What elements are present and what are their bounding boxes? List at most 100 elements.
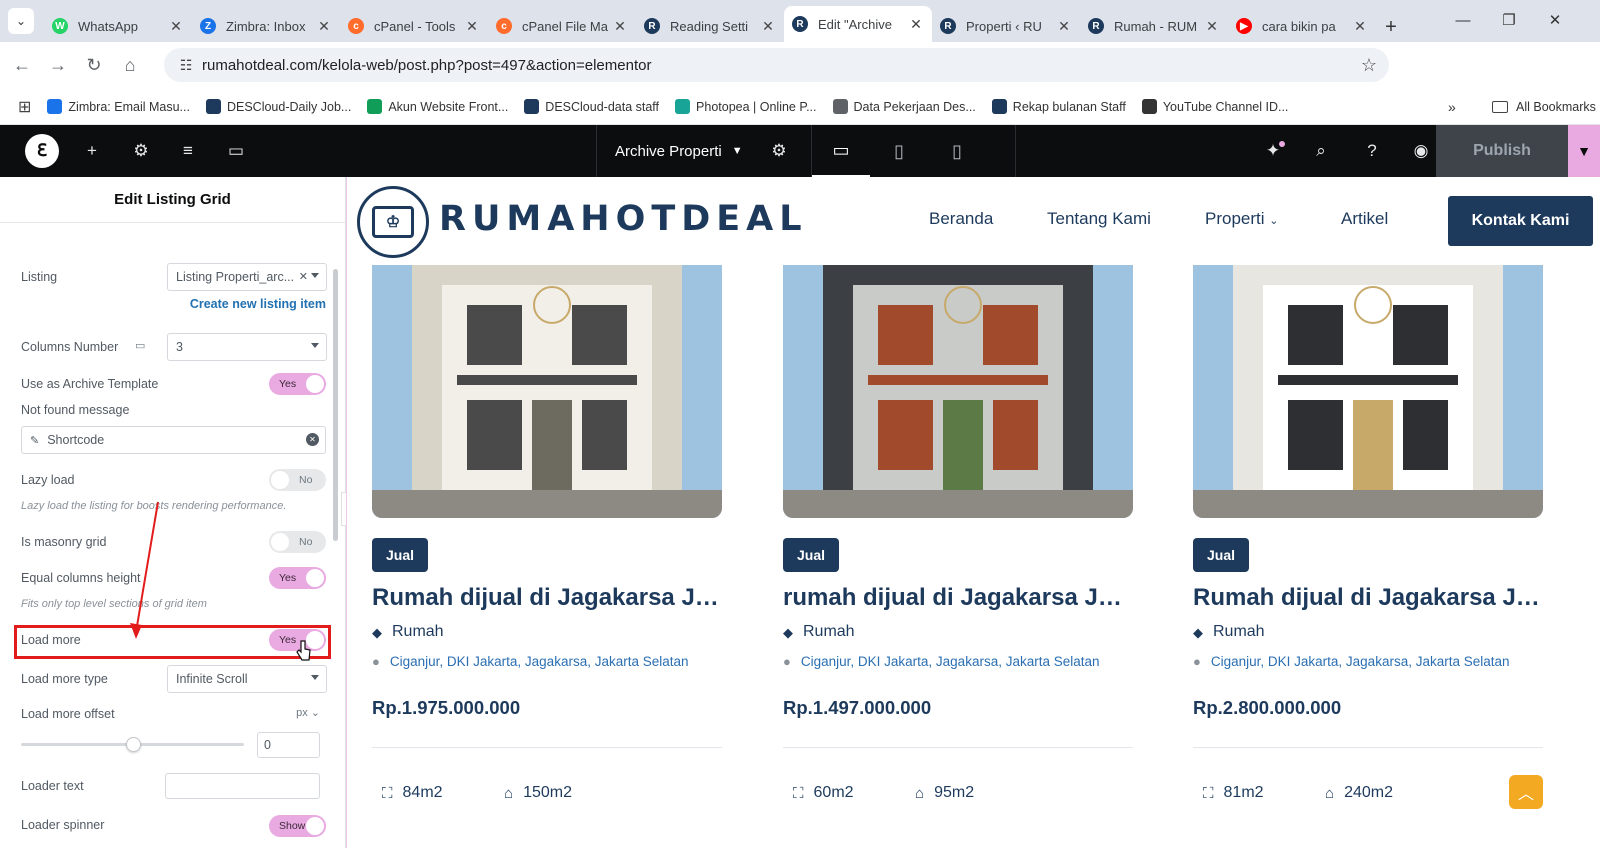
masonry-toggle[interactable]: No: [269, 531, 326, 553]
preview-eye-icon[interactable]: ◉: [1406, 137, 1436, 165]
bookmark-item[interactable]: Zimbra: Email Masu...: [39, 99, 198, 114]
offset-input[interactable]: 0: [257, 732, 320, 758]
listing-select[interactable]: Listing Properti_arc... ✕: [167, 263, 327, 291]
back-icon[interactable]: ←: [4, 48, 40, 84]
minimize-icon[interactable]: —: [1440, 0, 1486, 40]
restore-icon[interactable]: ❐: [1486, 0, 1532, 40]
bookmark-item[interactable]: Data Pekerjaan Des...: [825, 99, 984, 114]
home-icon[interactable]: ⌂: [112, 48, 148, 84]
bookmark-item[interactable]: DESCloud-data staff: [516, 99, 667, 114]
listing-location[interactable]: ● Ciganjur, DKI Jakarta, Jagakarsa, Jakar…: [1193, 654, 1510, 669]
publish-options-chevron-icon[interactable]: ▼: [1568, 125, 1600, 177]
close-window-icon[interactable]: ✕: [1532, 0, 1578, 40]
help-icon[interactable]: ?: [1357, 137, 1387, 165]
lazy-load-toggle[interactable]: No: [269, 469, 326, 491]
listing-category[interactable]: ◆ Rumah: [372, 623, 444, 641]
bookmark-item[interactable]: Rekap bulanan Staff: [984, 99, 1134, 114]
panel-scrollbar[interactable]: [333, 269, 338, 541]
browser-tab[interactable]: R Properti ‹ RU ✕: [932, 10, 1080, 42]
load-more-type-label: Load more type: [21, 672, 108, 686]
property-photo[interactable]: [783, 265, 1133, 518]
tab-close-icon[interactable]: ✕: [168, 18, 184, 35]
browser-tab[interactable]: R Edit "Archive ✕: [784, 6, 932, 42]
tab-close-icon[interactable]: ✕: [1056, 18, 1072, 35]
mobile-view-icon[interactable]: ▯: [928, 125, 986, 177]
comments-icon[interactable]: ▭: [221, 137, 251, 165]
loader-spinner-toggle[interactable]: Show: [269, 815, 326, 837]
browser-tab[interactable]: W WhatsApp ✕: [44, 10, 192, 42]
nav-tentang-kami[interactable]: Tentang Kami: [1047, 209, 1151, 229]
loader-text-input[interactable]: [165, 773, 320, 799]
listing-location[interactable]: ● Ciganjur, DKI Jakarta, Jagakarsa, Jakar…: [783, 654, 1100, 669]
browser-tab[interactable]: R Reading Setti ✕: [636, 10, 784, 42]
bookmark-item[interactable]: YouTube Channel ID...: [1134, 99, 1297, 114]
site-brand[interactable]: RUMAHOTDEAL: [439, 199, 808, 239]
listing-card[interactable]: Jual Rumah dijual di Jagakarsa Jakarta Se…: [1193, 265, 1543, 848]
nav-artikel[interactable]: Artikel: [1341, 209, 1388, 229]
tab-close-icon[interactable]: ✕: [316, 18, 332, 35]
apps-grid-icon[interactable]: ⊞: [10, 97, 39, 117]
tab-search-button[interactable]: ⌄: [8, 8, 34, 34]
page-settings-icon[interactable]: ⚙: [764, 137, 794, 165]
archive-template-toggle[interactable]: Yes: [269, 373, 326, 395]
tab-close-icon[interactable]: ✕: [464, 18, 480, 35]
contact-button[interactable]: Kontak Kami: [1448, 196, 1593, 246]
more-bookmarks-icon[interactable]: »: [1440, 99, 1464, 115]
browser-tab[interactable]: ▶ cara bikin pa ✕: [1228, 10, 1376, 42]
address-bar[interactable]: ☷ rumahotdeal.com/kelola-web/post.php?po…: [164, 48, 1389, 82]
structure-layers-icon[interactable]: ≡: [173, 137, 203, 165]
listing-card[interactable]: Jual Rumah dijual di Jagakarsa Jakarta Se…: [372, 265, 722, 848]
tab-close-icon[interactable]: ✕: [908, 16, 924, 33]
url-text[interactable]: rumahotdeal.com/kelola-web/post.php?post…: [202, 57, 1349, 74]
tab-close-icon[interactable]: ✕: [612, 18, 628, 35]
create-listing-link[interactable]: Create new listing item: [190, 297, 326, 311]
all-bookmarks[interactable]: All Bookmarks: [1484, 100, 1600, 114]
nav-beranda[interactable]: Beranda: [929, 209, 993, 229]
add-element-icon[interactable]: +: [77, 137, 107, 165]
listing-category[interactable]: ◆ Rumah: [783, 623, 855, 641]
bookmark-item[interactable]: Photopea | Online P...: [667, 99, 824, 114]
listing-card[interactable]: Jual rumah dijual di Jagakarsa Jakarta Se…: [783, 265, 1133, 848]
bookmark-star-icon[interactable]: ☆: [1349, 55, 1389, 76]
scroll-to-top-icon[interactable]: ︿: [1509, 775, 1543, 809]
offset-slider-thumb[interactable]: [125, 737, 141, 752]
browser-tab[interactable]: R Rumah - RUM ✕: [1080, 10, 1228, 42]
browser-tab[interactable]: Z Zimbra: Inbox ✕: [192, 10, 340, 42]
tab-close-icon[interactable]: ✕: [1352, 18, 1368, 35]
bookmark-item[interactable]: Akun Website Front...: [359, 99, 516, 114]
equal-height-toggle[interactable]: Yes: [269, 567, 326, 589]
browser-tab[interactable]: c cPanel File Ma ✕: [488, 10, 636, 42]
reload-icon[interactable]: ↻: [76, 48, 112, 84]
search-icon[interactable]: ⌕: [1306, 137, 1336, 165]
desktop-view-icon[interactable]: ▭: [812, 125, 870, 177]
browser-tab[interactable]: c cPanel - Tools ✕: [340, 10, 488, 42]
columns-select[interactable]: 3: [167, 333, 327, 361]
desktop-device-icon[interactable]: ▭: [135, 339, 145, 352]
notifications-icon[interactable]: ✦: [1258, 137, 1288, 165]
site-info-icon[interactable]: ☷: [170, 57, 202, 74]
elementor-logo-icon[interactable]: ℇ: [25, 134, 59, 168]
shortcode-field[interactable]: ✎ Shortcode ✕: [21, 426, 326, 454]
listing-title[interactable]: Rumah dijual di Jagakarsa Jakarta Selata…: [372, 584, 722, 612]
clear-icon[interactable]: ✕: [306, 433, 319, 446]
listing-category[interactable]: ◆ Rumah: [1193, 623, 1265, 641]
publish-button[interactable]: Publish: [1436, 125, 1568, 177]
forward-icon[interactable]: →: [40, 48, 76, 84]
tab-close-icon[interactable]: ✕: [760, 18, 776, 35]
load-more-type-select[interactable]: Infinite Scroll: [167, 665, 327, 693]
unit-selector[interactable]: px ⌄: [296, 706, 320, 719]
site-logo-icon[interactable]: ♔: [357, 186, 429, 258]
property-photo[interactable]: [372, 265, 722, 518]
property-photo[interactable]: [1193, 265, 1543, 518]
clear-icon[interactable]: ✕: [299, 270, 308, 283]
listing-title[interactable]: rumah dijual di Jagakarsa Jakarta Selata…: [783, 584, 1133, 612]
nav-properti[interactable]: Properti ⌄: [1205, 209, 1278, 229]
tablet-view-icon[interactable]: ▯: [870, 125, 928, 177]
site-settings-icon[interactable]: ⚙: [126, 137, 156, 165]
tab-close-icon[interactable]: ✕: [1204, 18, 1220, 35]
bookmark-favicon-icon: [524, 99, 540, 114]
bookmark-item[interactable]: DESCloud-Daily Job...: [198, 99, 359, 114]
listing-title[interactable]: Rumah dijual di Jagakarsa Jakarta Selata…: [1193, 584, 1543, 612]
new-tab-icon[interactable]: +: [1376, 12, 1406, 42]
listing-location[interactable]: ● Ciganjur, DKI Jakarta, Jagakarsa, Jakar…: [372, 654, 689, 669]
